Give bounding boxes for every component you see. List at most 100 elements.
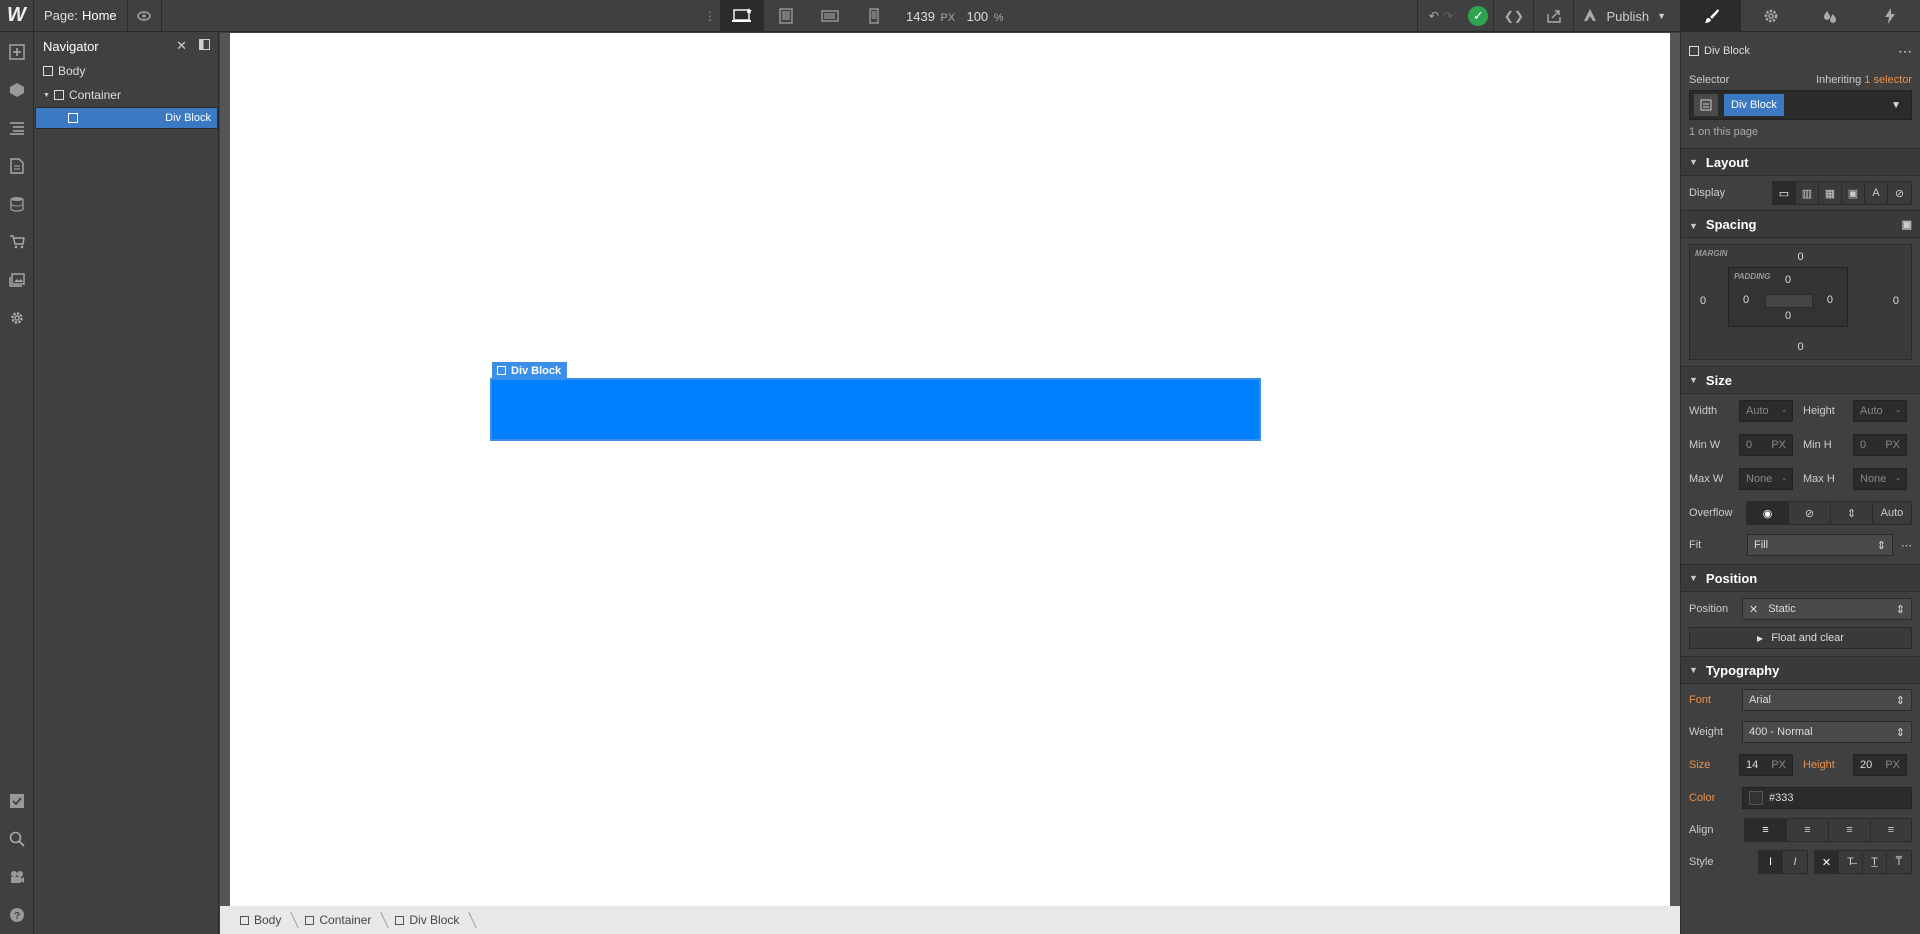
font-size-input[interactable]: 14 PX <box>1739 754 1793 776</box>
export-icon[interactable] <box>1533 0 1573 32</box>
margin-top[interactable]: 0 <box>1690 251 1911 263</box>
display-flex-icon[interactable]: ▥ <box>1796 182 1819 204</box>
spacing-title: Spacing <box>1705 216 1757 232</box>
interactions-lightning-icon[interactable] <box>1860 0 1920 31</box>
breadcrumb-body[interactable]: Body <box>230 906 295 934</box>
padding-bottom[interactable]: 0 <box>1729 310 1847 322</box>
spacing-section-header[interactable]: ▼ Spacing ▣ <box>1681 210 1920 238</box>
display-block-icon[interactable]: ▭ <box>1773 182 1796 204</box>
italic-off-icon[interactable]: I <box>1759 851 1783 873</box>
add-panel-icon[interactable] <box>0 33 34 71</box>
settings-gear-icon[interactable] <box>0 299 34 337</box>
inheriting-link[interactable]: 1 selector <box>1864 74 1912 86</box>
selector-chip[interactable]: Div Block <box>1724 94 1784 116</box>
more-vertical-icon[interactable]: ⋮ <box>700 0 720 32</box>
more-options-icon[interactable]: ⋯ <box>1898 43 1912 60</box>
redo-icon[interactable]: ↷ <box>1443 9 1453 23</box>
overflow-scroll-icon[interactable]: ⇕ <box>1831 502 1873 524</box>
search-icon[interactable] <box>0 820 34 858</box>
pages-icon[interactable] <box>0 147 34 185</box>
selected-element-label[interactable]: Div Block <box>492 362 568 379</box>
overflow-auto-button[interactable]: Auto <box>1873 502 1911 524</box>
mobile-landscape-breakpoint-icon[interactable] <box>808 0 852 32</box>
fit-select[interactable]: Fill ⇕ <box>1747 534 1893 556</box>
symbols-icon[interactable] <box>0 71 34 109</box>
align-justify-icon[interactable]: ≡ <box>1871 819 1911 841</box>
spacing-expand-icon[interactable]: ▣ <box>1902 218 1912 231</box>
overflow-hidden-icon[interactable]: ⊘ <box>1789 502 1831 524</box>
padding-top[interactable]: 0 <box>1729 274 1847 286</box>
publish-button[interactable]: Publish ▼ <box>1573 0 1680 32</box>
padding-left[interactable]: 0 <box>1743 294 1749 306</box>
margin-left[interactable]: 0 <box>1700 295 1706 307</box>
assets-icon[interactable] <box>0 261 34 299</box>
more-options-icon[interactable]: ⋯ <box>1901 539 1912 552</box>
position-select[interactable]: ✕ Static ⇕ <box>1742 598 1912 620</box>
display-inline-block-icon[interactable]: ▣ <box>1842 182 1865 204</box>
display-inline-icon[interactable]: A <box>1865 182 1888 204</box>
style-brush-icon[interactable] <box>1681 0 1741 31</box>
expand-caret-icon[interactable]: ▼ <box>43 92 50 99</box>
selector-field[interactable]: Div Block ▼ <box>1689 90 1912 120</box>
color-input[interactable]: #333 <box>1742 787 1912 809</box>
min-width-input[interactable]: 0 PX <box>1739 434 1793 456</box>
layout-section-header[interactable]: ▼ Layout <box>1681 148 1920 176</box>
width-input[interactable]: Auto - <box>1739 400 1793 422</box>
position-value: Static <box>1768 602 1796 615</box>
ecommerce-icon[interactable] <box>0 223 34 261</box>
padding-right[interactable]: 0 <box>1827 294 1833 306</box>
div-block[interactable] <box>490 378 1261 441</box>
underline-icon[interactable]: T̲ <box>1863 851 1887 873</box>
display-grid-icon[interactable]: ▦ <box>1819 182 1842 204</box>
code-icon[interactable]: ❮❯ <box>1493 0 1533 32</box>
webflow-logo[interactable]: W <box>0 0 34 32</box>
chevron-down-icon[interactable]: ▼ <box>1891 100 1901 111</box>
color-swatch[interactable] <box>1749 791 1763 805</box>
height-input[interactable]: Auto - <box>1853 400 1907 422</box>
strikethrough-icon[interactable]: T̶ <box>1839 851 1863 873</box>
margin-right[interactable]: 0 <box>1893 295 1899 307</box>
nav-item-body[interactable]: Body <box>35 59 218 83</box>
style-manager-drops-icon[interactable] <box>1801 0 1861 31</box>
undo-icon[interactable]: ↶ <box>1429 9 1439 23</box>
align-right-icon[interactable]: ≡ <box>1829 819 1871 841</box>
cms-icon[interactable] <box>0 185 34 223</box>
overline-icon[interactable]: T̅ <box>1887 851 1911 873</box>
overflow-visible-icon[interactable]: ◉ <box>1747 502 1789 524</box>
nav-item-container[interactable]: ▼ Container <box>35 83 218 107</box>
selector-type-icon[interactable] <box>1694 94 1718 116</box>
dock-panel-icon[interactable] <box>199 38 210 54</box>
desktop-breakpoint-icon[interactable] <box>720 0 764 32</box>
undo-redo[interactable]: ↶ ↷ <box>1417 0 1463 32</box>
margin-bottom[interactable]: 0 <box>1690 341 1911 353</box>
italic-on-icon[interactable]: I <box>1783 851 1807 873</box>
tablet-breakpoint-icon[interactable] <box>764 0 808 32</box>
page-canvas[interactable]: Div Block <box>230 33 1670 906</box>
navigator-icon[interactable] <box>0 109 34 147</box>
collapse-all-icon[interactable]: ✕ <box>176 38 187 54</box>
line-height-input[interactable]: 20 PX <box>1853 754 1907 776</box>
page-selector[interactable]: Page: Home <box>34 0 128 32</box>
audit-checkbox-icon[interactable] <box>0 782 34 820</box>
nav-item-div-block[interactable]: Div Block <box>35 107 218 129</box>
element-settings-gear-icon[interactable] <box>1741 0 1801 31</box>
align-center-icon[interactable]: ≡ <box>1787 819 1829 841</box>
position-section-header[interactable]: ▼ Position <box>1681 564 1920 592</box>
video-tutorials-icon[interactable] <box>0 858 34 896</box>
mobile-portrait-breakpoint-icon[interactable] <box>852 0 896 32</box>
size-section-header[interactable]: ▼ Size <box>1681 366 1920 394</box>
weight-select[interactable]: 400 - Normal ⇕ <box>1742 721 1912 743</box>
min-height-input[interactable]: 0 PX <box>1853 434 1907 456</box>
align-left-icon[interactable]: ≡ <box>1745 819 1787 841</box>
max-width-input[interactable]: None - <box>1739 468 1793 490</box>
typography-section-header[interactable]: ▼ Typography <box>1681 656 1920 684</box>
font-select[interactable]: Arial ⇕ <box>1742 689 1912 711</box>
max-height-input[interactable]: None - <box>1853 468 1907 490</box>
breadcrumb-div-block[interactable]: Div Block <box>385 906 473 934</box>
preview-eye-icon[interactable] <box>128 0 162 32</box>
float-and-clear-toggle[interactable]: ▶ Float and clear <box>1689 627 1912 649</box>
breadcrumb-container[interactable]: Container <box>295 906 385 934</box>
decoration-none-icon[interactable]: ✕ <box>1815 851 1839 873</box>
help-icon[interactable]: ? <box>0 896 34 934</box>
display-none-icon[interactable]: ⊘ <box>1888 182 1911 204</box>
